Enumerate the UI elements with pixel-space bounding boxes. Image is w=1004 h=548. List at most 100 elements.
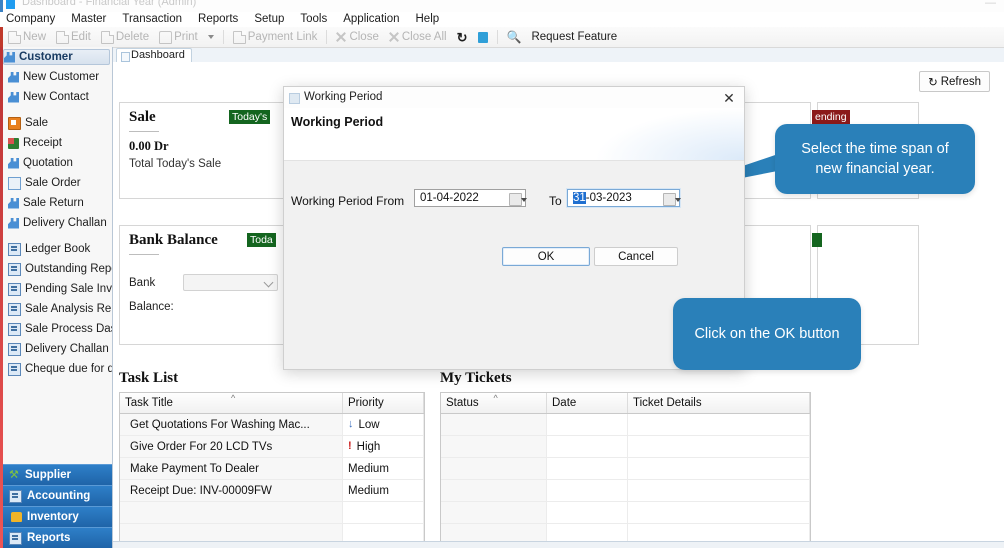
task-list-table: ^ Task Title Priority Get Quotations For… bbox=[120, 393, 424, 547]
chevron-down-icon bbox=[675, 198, 681, 202]
task-list-col-priority[interactable]: Priority bbox=[342, 393, 424, 414]
sidebar-item-sale-order[interactable]: Sale Order bbox=[3, 173, 112, 193]
task-list-col-task-title[interactable]: ^ Task Title bbox=[120, 393, 343, 414]
ok-button[interactable]: OK bbox=[502, 247, 590, 266]
request-feature-button[interactable]: Request Feature bbox=[526, 28, 622, 46]
sidebar-item-label: Pending Sale Invoices bbox=[25, 283, 112, 295]
sidebar-item-sale-process-dashboard[interactable]: Sale Process Dashboa bbox=[3, 319, 112, 339]
working-period-to-input[interactable]: 31-03-2023 bbox=[567, 189, 681, 207]
refresh-button[interactable]: ↻ Refresh bbox=[919, 71, 990, 92]
toolbar-refresh-button[interactable]: ↻ bbox=[452, 28, 473, 46]
menu-item-company[interactable]: Company bbox=[0, 12, 63, 27]
table-row-empty bbox=[441, 457, 810, 480]
menu-item-application[interactable]: Application bbox=[335, 12, 407, 27]
payment-link-button[interactable]: Payment Link bbox=[228, 28, 323, 46]
sidebar-item-label: New Customer bbox=[23, 71, 100, 83]
toolbar-save-button[interactable] bbox=[473, 28, 493, 46]
task-list-grid[interactable]: ^ Task Title Priority Get Quotations For… bbox=[119, 392, 425, 548]
print-dropdown-button[interactable] bbox=[203, 28, 219, 46]
sidebar-item-label: Delivery Challan Dashl bbox=[25, 343, 112, 355]
priority-low-icon: ↓ bbox=[348, 418, 354, 430]
delete-button[interactable]: Delete bbox=[96, 28, 154, 46]
menu-item-tools[interactable]: Tools bbox=[292, 12, 335, 27]
working-period-from-input[interactable]: 01-04-2022 bbox=[414, 189, 527, 207]
sidebar-item-new-contact[interactable]: New Contact bbox=[3, 87, 112, 107]
dialog-titlebar-label: Working Period bbox=[304, 91, 383, 103]
table-row[interactable]: Get Quotations For Washing Mac... ↓ Low bbox=[120, 413, 424, 436]
receipt-icon bbox=[8, 137, 19, 149]
dialog-heading: Working Period bbox=[291, 115, 384, 129]
sidebar-item-sale-return[interactable]: Sale Return bbox=[3, 193, 112, 213]
sidebar-item-outstanding-report[interactable]: Outstanding Report bbox=[3, 259, 112, 279]
menu-item-setup[interactable]: Setup bbox=[246, 12, 292, 27]
my-tickets-col-date[interactable]: Date bbox=[546, 393, 628, 414]
calendar-icon[interactable] bbox=[663, 193, 681, 206]
menu-item-help[interactable]: Help bbox=[408, 12, 448, 27]
priority-high-icon: ! bbox=[348, 440, 352, 452]
print-button-label: Print bbox=[174, 31, 198, 43]
sidebar-item-pending-sale-invoices[interactable]: Pending Sale Invoices bbox=[3, 279, 112, 299]
close-button[interactable]: Close bbox=[331, 28, 383, 46]
sidebar-item-new-customer[interactable]: New Customer bbox=[3, 67, 112, 87]
sidebar-item-sale[interactable]: Sale bbox=[3, 113, 112, 133]
menu-item-master[interactable]: Master bbox=[63, 12, 114, 27]
toolbar: New Edit Delete Print Payment Link Close… bbox=[0, 27, 1004, 48]
sidebar-item-sale-analysis-report[interactable]: Sale Analysis Report bbox=[3, 299, 112, 319]
close-icon bbox=[336, 32, 347, 43]
close-icon[interactable]: ✕ bbox=[720, 89, 738, 106]
empty-cell bbox=[441, 457, 547, 480]
sidebar-item-cheque-due-for-deposit[interactable]: Cheque due for depos bbox=[3, 359, 112, 379]
my-tickets-grid[interactable]: ^ Status Date Ticket Details bbox=[440, 392, 811, 548]
to-date-value: 31-03-2023 bbox=[573, 192, 632, 204]
menu-item-transaction[interactable]: Transaction bbox=[114, 12, 190, 27]
report-icon bbox=[8, 282, 21, 296]
sidebar-item-delivery-challan-dashboard[interactable]: Delivery Challan Dashl bbox=[3, 339, 112, 359]
sidebar-item-receipt[interactable]: Receipt bbox=[3, 133, 112, 153]
print-button[interactable]: Print bbox=[154, 28, 203, 46]
reports-icon bbox=[9, 531, 22, 545]
sidebar-item-ledger-book[interactable]: Ledger Book bbox=[3, 239, 112, 259]
sidebar-item-label: Delivery Challan bbox=[23, 217, 107, 229]
card-divider bbox=[129, 254, 159, 255]
card-bank-row-bank: Bank bbox=[129, 277, 156, 289]
sidebar-nav-accounting[interactable]: Accounting bbox=[3, 485, 112, 506]
new-button[interactable]: New bbox=[3, 28, 51, 46]
table-row[interactable]: Make Payment To Dealer Medium bbox=[120, 457, 424, 480]
close-all-button[interactable]: Close All bbox=[384, 28, 452, 46]
toolbar-separator bbox=[222, 30, 224, 44]
close-all-icon bbox=[389, 32, 400, 43]
report-icon bbox=[8, 242, 21, 256]
sidebar-item-quotation[interactable]: Quotation bbox=[3, 153, 112, 173]
toolbar-search-button[interactable]: 🔍 bbox=[502, 28, 527, 46]
cancel-button[interactable]: Cancel bbox=[594, 247, 678, 266]
sort-ascending-icon: ^ bbox=[493, 393, 498, 403]
save-disk-icon bbox=[477, 31, 488, 43]
sidebar-bottom-nav: ⚒ Supplier Accounting Inventory Reports bbox=[3, 464, 112, 548]
report-icon bbox=[8, 342, 21, 356]
request-feature-label: Request Feature bbox=[531, 31, 618, 43]
menu-item-reports[interactable]: Reports bbox=[190, 12, 246, 27]
sidebar-nav-inventory[interactable]: Inventory bbox=[3, 506, 112, 527]
payment-link-label: Payment Link bbox=[247, 31, 318, 43]
new-button-label: New bbox=[23, 31, 47, 43]
edit-button[interactable]: Edit bbox=[51, 28, 96, 46]
people-icon bbox=[8, 197, 19, 209]
sidebar-item-label: New Contact bbox=[23, 91, 89, 103]
card-sale-amount: 0.00 Dr bbox=[129, 139, 169, 153]
empty-cell bbox=[546, 479, 628, 502]
refresh-icon: ↻ bbox=[456, 29, 468, 45]
empty-cell bbox=[441, 413, 547, 436]
task-list-title: Task List bbox=[119, 370, 179, 386]
sidebar-item-delivery-challan[interactable]: Delivery Challan bbox=[3, 213, 112, 233]
sidebar-nav-reports[interactable]: Reports bbox=[3, 527, 112, 548]
table-row[interactable]: Receipt Due: INV-00009FW Medium bbox=[120, 479, 424, 502]
calendar-icon[interactable] bbox=[509, 193, 527, 206]
bank-select[interactable] bbox=[183, 274, 278, 291]
my-tickets-col-ticket-details[interactable]: Ticket Details bbox=[627, 393, 810, 414]
sidebar-group-header-customer[interactable]: Customer bbox=[3, 49, 110, 65]
close-all-button-label: Close All bbox=[401, 31, 447, 43]
my-tickets-col-status[interactable]: ^ Status bbox=[441, 393, 547, 414]
minimize-button[interactable]: — bbox=[985, 0, 996, 9]
table-row[interactable]: Give Order For 20 LCD TVs ! High bbox=[120, 435, 424, 458]
sidebar-nav-supplier[interactable]: ⚒ Supplier bbox=[3, 464, 112, 485]
